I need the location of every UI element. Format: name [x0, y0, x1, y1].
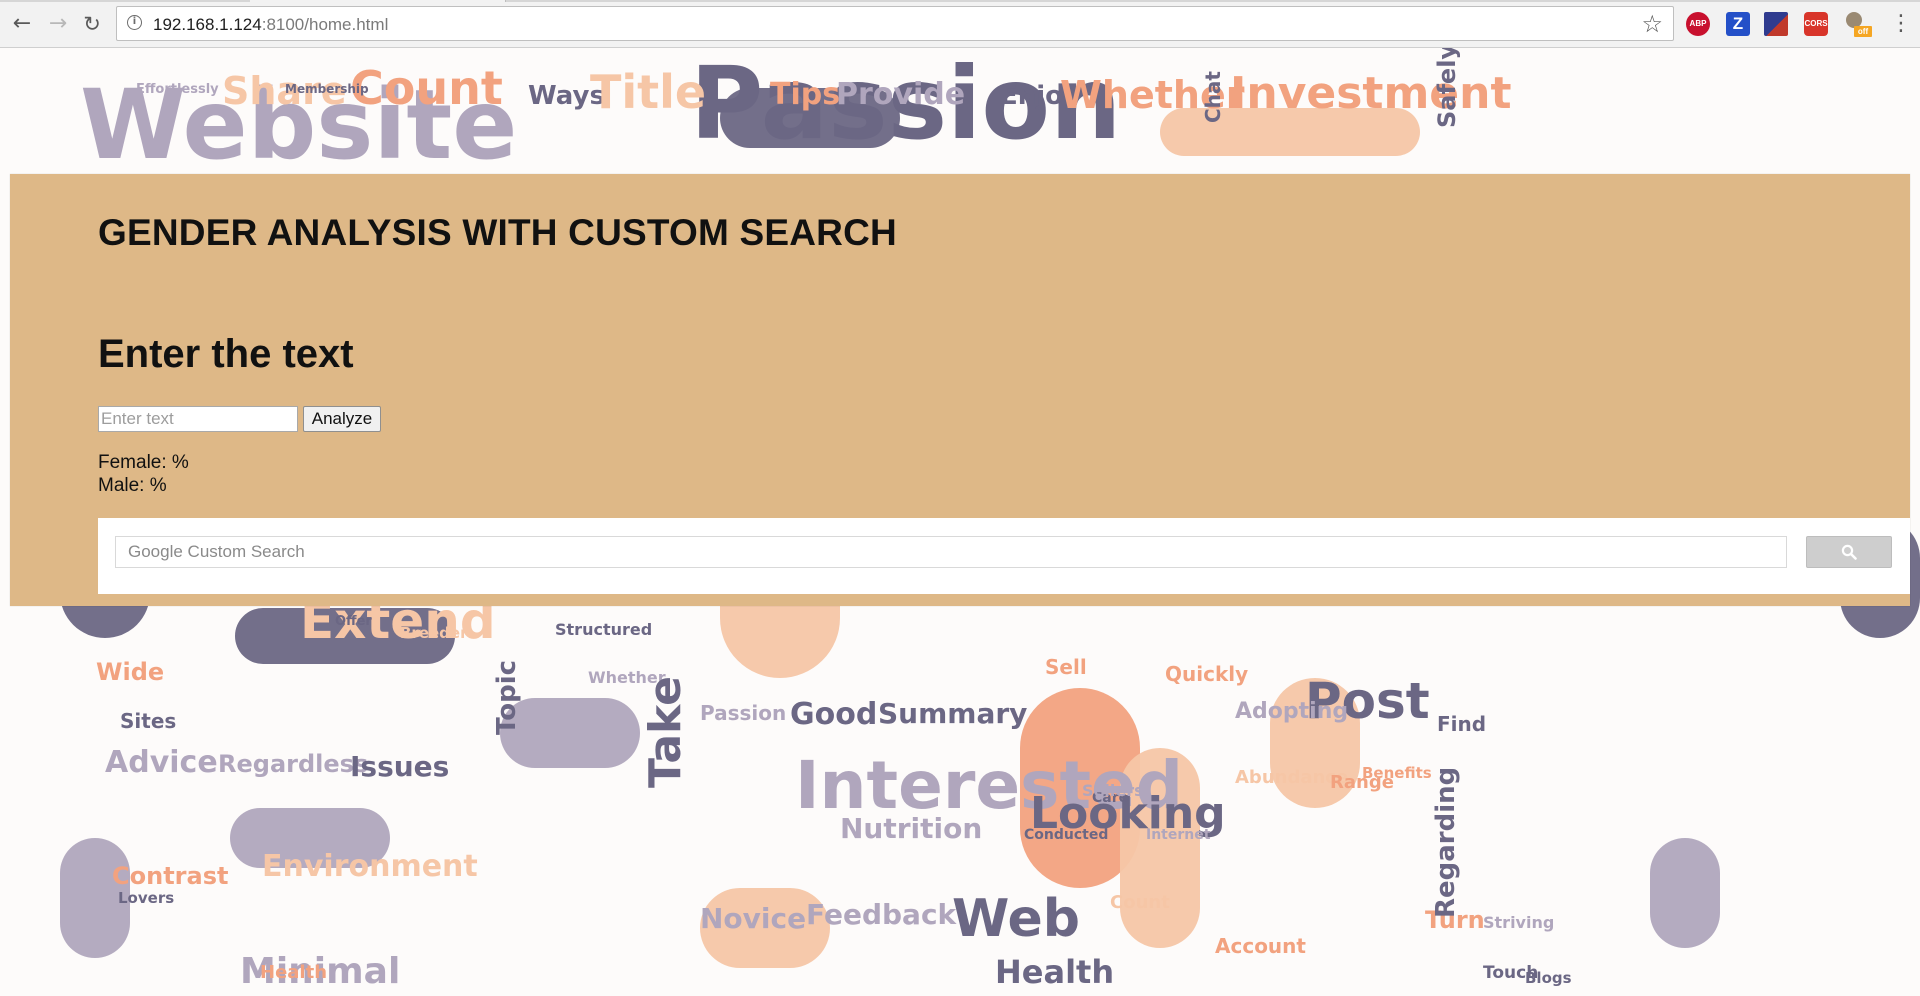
wordcloud-word: Account: [1215, 934, 1306, 958]
wordcloud-word: Sell: [1045, 655, 1087, 679]
text-input[interactable]: [98, 406, 298, 432]
wordcloud-word: Find: [1437, 712, 1486, 736]
wordcloud-blob: [1650, 838, 1720, 948]
wordcloud-word: Count: [350, 61, 503, 115]
wordcloud-word: Membership: [285, 82, 369, 96]
page-viewport: Passion Website Count Share Ways Title Tips Pro…: [0, 48, 1920, 996]
browser-menu-icon[interactable]: ⋮: [1890, 12, 1912, 36]
wordcloud-word: Title: [590, 65, 706, 119]
back-button[interactable]: ←: [8, 10, 36, 38]
wordcloud-word: Web: [952, 889, 1080, 949]
analysis-panel: GENDER ANALYSIS WITH CUSTOM SEARCH Enter…: [10, 174, 1910, 606]
wordcloud-word: Advice: [105, 745, 218, 780]
wordcloud-word: Contrast: [112, 862, 228, 890]
wordcloud-word: Health: [995, 953, 1114, 991]
wordcloud-word: Structured: [555, 620, 652, 639]
wordcloud-word: Take: [640, 676, 691, 788]
wordcloud-word: Effortlessly: [136, 82, 219, 97]
wordcloud-word: Good: [790, 697, 877, 732]
wordcloud-word: Regardless: [218, 750, 368, 778]
forward-button[interactable]: →: [44, 10, 72, 38]
wordcloud-word: Blogs: [1525, 969, 1572, 987]
wordcloud-word: Nutrition: [840, 812, 982, 845]
tab-strip: [0, 0, 1920, 2]
info-icon[interactable]: i: [127, 15, 142, 30]
extension-badge: off: [1854, 26, 1872, 37]
arrow-right-icon: →: [48, 11, 68, 36]
wordcloud-word: Quickly: [1165, 662, 1248, 686]
page-title: GENDER ANALYSIS WITH CUSTOM SEARCH: [98, 212, 897, 253]
address-bar[interactable]: i 192.168.1.124:8100/home.html ☆: [116, 6, 1674, 41]
wordcloud-word: Health: [260, 962, 327, 983]
browser-toolbar: ← → ↻ i 192.168.1.124:8100/home.html ☆ A…: [0, 0, 1920, 48]
custom-search-button[interactable]: [1806, 536, 1892, 568]
wordcloud-word: Tips: [770, 77, 840, 112]
url-host: 192.168.1.124: [153, 15, 262, 34]
wordcloud-word: Novice: [700, 902, 806, 935]
wordcloud-word: Chat: [1201, 71, 1225, 123]
wordcloud-word: Sellers: [1082, 781, 1144, 800]
arrow-left-icon: ←: [12, 11, 32, 36]
magnifier-icon: [1841, 544, 1857, 560]
section-heading: Enter the text: [98, 332, 354, 376]
wordcloud-word: Count: [1110, 892, 1170, 913]
male-result: Male: %: [98, 475, 167, 496]
wordcloud-word: Environment: [262, 849, 478, 884]
adblock-extension-icon[interactable]: ABP: [1686, 12, 1710, 36]
custom-search-box: [98, 518, 1910, 594]
url-path: :8100/home.html: [261, 15, 389, 34]
female-result: Female: %: [98, 452, 189, 473]
wordcloud-word: Passion: [700, 701, 786, 725]
wordcloud-word: Conducted: [1024, 827, 1108, 843]
wordcloud-word: Summary: [878, 697, 1027, 730]
wordcloud-word: Wide: [96, 658, 164, 686]
wordcloud-word: Breeder: [400, 624, 468, 642]
custom-search-input[interactable]: [115, 536, 1787, 568]
analyze-button[interactable]: Analyze: [303, 406, 381, 432]
wordcloud-word: Safely: [1433, 48, 1461, 128]
wordcloud-word: Offer: [335, 614, 372, 629]
wordcloud-word: Range: [1330, 772, 1394, 793]
cors-extension-icon[interactable]: CORS: [1804, 12, 1828, 36]
bookmark-star-icon[interactable]: ☆: [1641, 10, 1663, 38]
wordcloud-word: Adopting: [1235, 699, 1348, 724]
wordcloud-word: Lovers: [118, 889, 174, 907]
reload-button[interactable]: ↻: [78, 10, 106, 38]
wordcloud-word: Investment: [1230, 68, 1512, 119]
wordcloud-word: Internet: [1146, 827, 1211, 843]
wordcloud-word: Striving: [1483, 913, 1554, 932]
flag-extension-icon[interactable]: [1764, 12, 1788, 36]
wordcloud-word: Topic: [492, 660, 522, 735]
wordcloud-word: Feedback: [806, 898, 958, 931]
url-text[interactable]: 192.168.1.124:8100/home.html: [153, 15, 388, 35]
wordcloud-word: Sites: [120, 709, 176, 733]
wordcloud-word: Issues: [350, 750, 449, 783]
cookie-extension-icon[interactable]: off: [1844, 12, 1872, 37]
browser-tab[interactable]: [250, 0, 506, 2]
wordcloud-word: Provide: [836, 77, 965, 112]
reload-icon: ↻: [83, 11, 101, 36]
wordcloud-word: Regarding: [1431, 767, 1461, 918]
zotero-extension-icon[interactable]: Z: [1726, 12, 1750, 36]
